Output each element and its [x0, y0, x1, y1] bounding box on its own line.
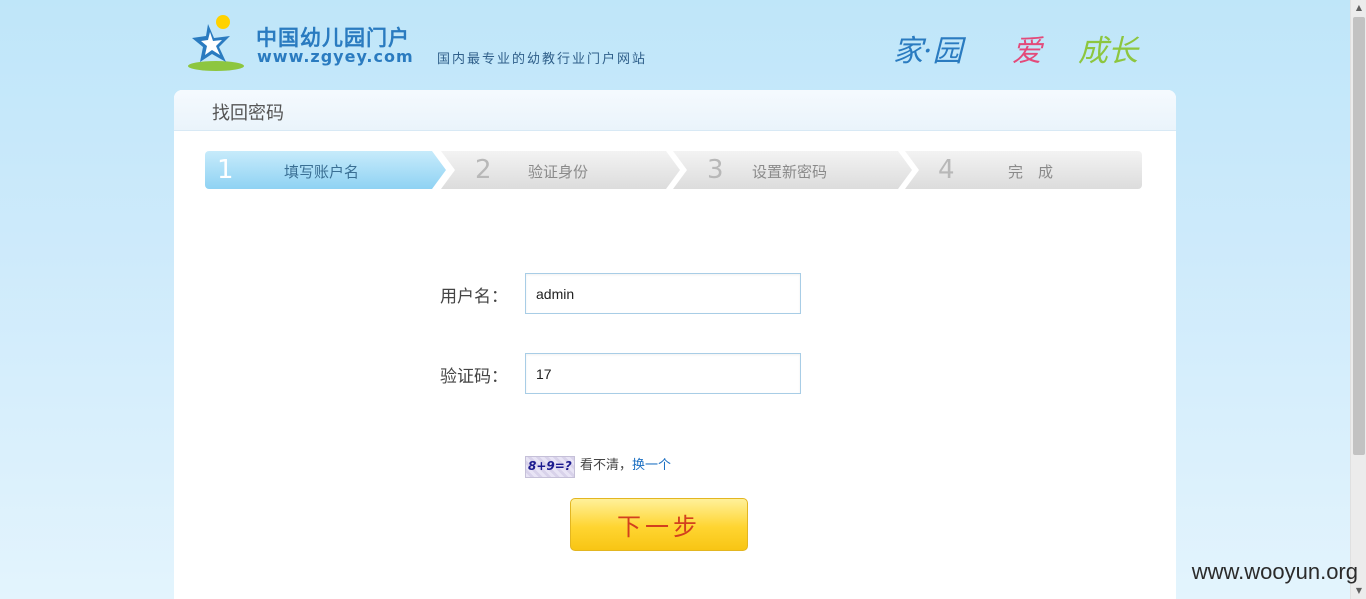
refresh-captcha-link[interactable]: 换一个	[632, 458, 671, 473]
step-label: 设置新密码	[752, 163, 828, 181]
vertical-scrollbar[interactable]: ▲ ▼	[1350, 0, 1366, 599]
scroll-up-arrow-icon[interactable]: ▲	[1351, 0, 1366, 16]
captcha-hint-text: 看不清，	[580, 458, 633, 473]
motto-family-school: 家·园	[893, 34, 963, 69]
page-title: 找回密码	[212, 103, 284, 124]
brand-url[interactable]: www.zgyey.com	[257, 47, 414, 66]
step-label: 验证身份	[528, 163, 589, 181]
captcha-image[interactable]: 8+9=?	[525, 456, 575, 478]
step-2-verify-identity: 2 验证身份	[441, 151, 680, 189]
username-input[interactable]	[525, 273, 801, 314]
step-number: 2	[475, 155, 492, 185]
step-3-set-new-password: 3 设置新密码	[673, 151, 912, 189]
step-4-complete: 4 完 成	[905, 151, 1142, 189]
scroll-down-arrow-icon[interactable]: ▼	[1351, 583, 1366, 599]
step-label: 完 成	[1008, 163, 1054, 181]
panel-header: 找回密码	[174, 90, 1176, 131]
step-number: 3	[707, 155, 724, 185]
progress-steps: 1 填写账户名 2 验证身份 3 设置新密码 4 完 成	[205, 151, 1142, 189]
captcha-hint: 看不清，换一个	[580, 454, 671, 473]
site-slogan: 国内最专业的幼教行业门户网站	[437, 52, 648, 67]
step-number: 1	[217, 155, 234, 185]
scroll-thumb[interactable]	[1353, 17, 1365, 455]
next-step-button[interactable]: 下一步	[570, 498, 748, 551]
step-number: 4	[938, 155, 955, 185]
step-1-fill-account: 1 填写账户名	[205, 151, 446, 189]
captcha-label: 验证码：	[440, 367, 508, 387]
motto-grow: 成长	[1078, 34, 1138, 69]
username-label: 用户名：	[440, 287, 508, 307]
recover-password-panel: 找回密码 1 填写账户名 2 验证身份 3 设置新密码 4 完 成 用户名： 验…	[174, 90, 1176, 599]
star-logo-icon[interactable]	[186, 14, 246, 72]
step-label: 填写账户名	[284, 163, 360, 181]
captcha-input[interactable]	[525, 353, 801, 394]
motto-love: 爱	[1012, 34, 1042, 69]
watermark: www.wooyun.org	[1191, 559, 1358, 584]
site-header: 中国幼儿园门户 www.zgyey.com 国内最专业的幼教行业门户网站 家·园…	[0, 0, 1350, 90]
